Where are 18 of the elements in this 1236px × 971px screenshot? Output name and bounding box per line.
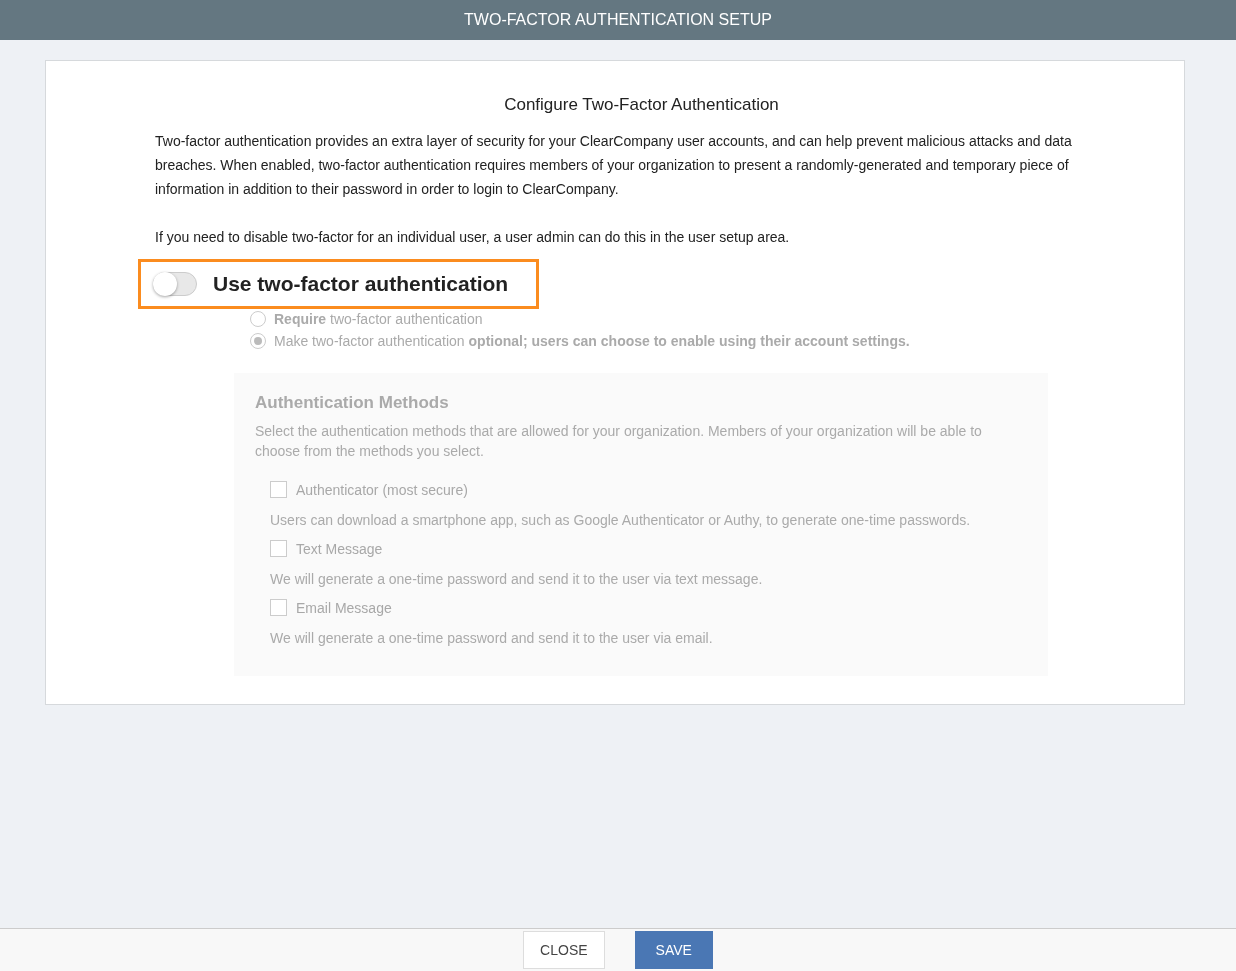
checkbox-label: Email Message	[296, 599, 392, 616]
save-button[interactable]: SAVE	[634, 931, 713, 969]
method-description: We will generate a one-time password and send it to the user via email.	[270, 629, 714, 648]
radio-label: Require two-factor authentication	[274, 311, 483, 327]
section-heading: Configure Two-Factor Authentication	[503, 95, 780, 115]
toggle-switch[interactable]	[153, 272, 197, 296]
toggle-label: Use two-factor authentication	[213, 272, 509, 296]
description-paragraph: Two-factor authentication provides an extra layer of security for your ClearCompany user accounts, and can help prevent malicious attacks and data breaches. When enabled, two-factor authentication requires members of your organization to present a randomly-generated and temporary piece of information in addition to their password in order to login to ClearCompany.	[155, 132, 1073, 199]
radio-label: Make two-factor authentication optional; users can choose to enable using their account settings.	[274, 333, 910, 349]
dialog-title: TWO-FACTOR AUTHENTICATION SETUP	[464, 11, 772, 29]
checkbox-label: Authenticator (most secure)	[296, 481, 468, 498]
description-paragraph: If you need to disable two-factor for an individual user, a user admin can do this in the user setup area.	[155, 228, 791, 247]
checkbox-label: Text Message	[296, 540, 383, 557]
panel-description: Select the authentication methods that are allowed for your organization. Members of your organization will be able to choose from the methods you select.	[255, 422, 983, 461]
method-description: Users can download a smartphone app, such as Google Authenticator or Authy, to generate one-time passwords.	[270, 511, 972, 530]
panel-title: Authentication Methods	[255, 393, 450, 413]
close-button[interactable]: CLOSE	[523, 931, 605, 969]
method-description: We will generate a one-time password and send it to the user via text message.	[270, 570, 764, 589]
